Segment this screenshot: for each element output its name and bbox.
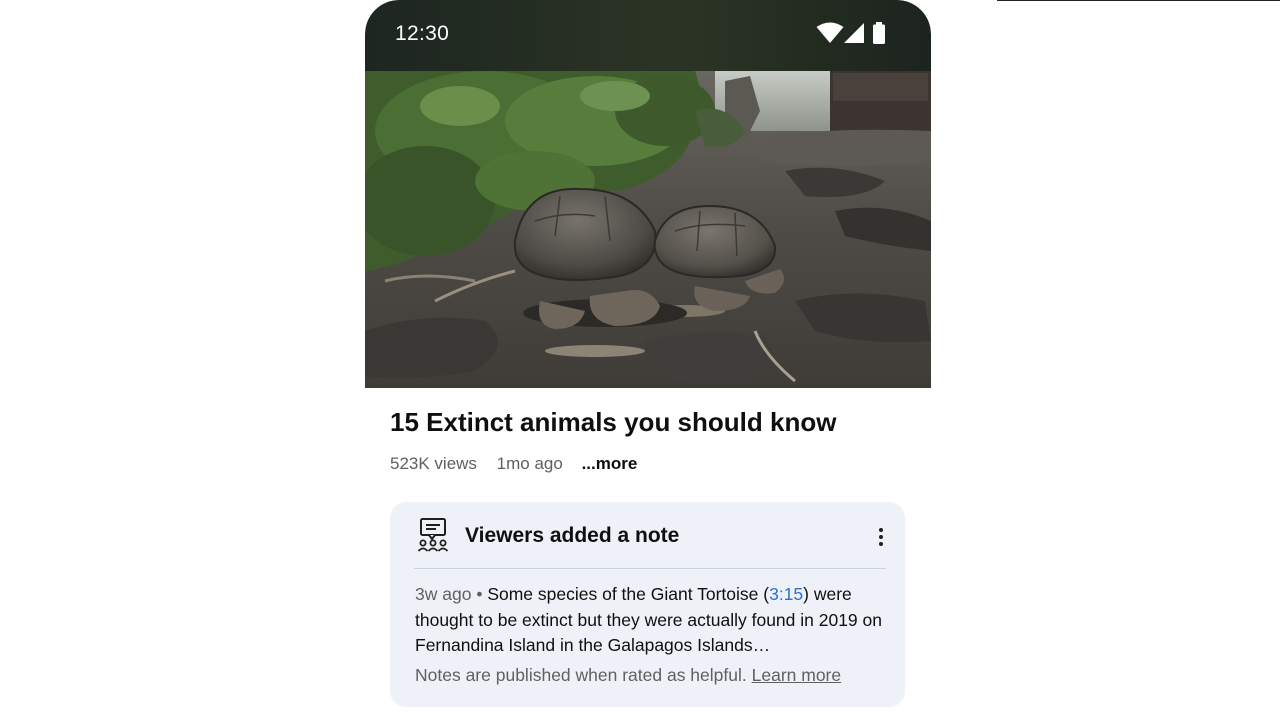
tortoise-photo [365, 71, 931, 388]
learn-more-link[interactable]: Learn more [752, 665, 842, 685]
note-text-start: Some species of the Giant Tortoise ( [487, 584, 770, 604]
note-body: 3w ago • Some species of the Giant Torto… [415, 582, 895, 659]
upload-age: 1mo ago [496, 454, 563, 473]
status-time: 12:30 [395, 22, 450, 45]
phone-screen: 12:30 15 Extinct animals you should know… [365, 0, 931, 719]
video-title[interactable]: 15 Extinct animals you should know [390, 407, 836, 438]
status-icons [816, 22, 896, 46]
more-button[interactable]: ...more [582, 454, 638, 473]
video-thumbnail[interactable] [365, 71, 931, 388]
wifi-icon [816, 22, 844, 49]
viewers-note-icon [417, 518, 449, 552]
battery-icon [872, 22, 886, 49]
view-count: 523K views [390, 454, 477, 473]
note-timestamp-link[interactable]: 3:15 [769, 584, 803, 604]
more-vert-icon[interactable] [868, 524, 894, 550]
top-edge-line [997, 0, 1280, 1]
screenshot-canvas: 12:30 15 Extinct animals you should know… [0, 0, 1280, 719]
note-heading: Viewers added a note [465, 524, 680, 547]
note-footer-text: Notes are published when rated as helpfu… [415, 665, 747, 685]
note-footer: Notes are published when rated as helpfu… [415, 665, 841, 686]
video-meta: 523K views 1mo ago ...more [390, 454, 637, 474]
note-age: 3w ago [415, 584, 472, 604]
viewer-note-card[interactable]: Viewers added a note 3w ago • Some speci… [390, 502, 905, 707]
note-separator: • [476, 584, 483, 604]
cellular-signal-icon [843, 22, 865, 49]
status-bar: 12:30 [365, 0, 931, 71]
note-divider [414, 568, 886, 569]
